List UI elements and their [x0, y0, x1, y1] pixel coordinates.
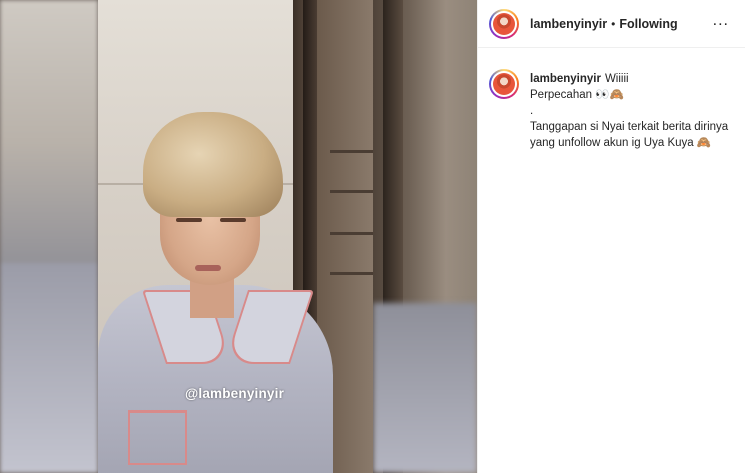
more-options-icon[interactable]: ...: [713, 13, 729, 29]
post-header: lambenyinyir • Following ...: [478, 0, 745, 48]
video-frame[interactable]: @lambenyinyir: [98, 0, 373, 473]
post-media[interactable]: @lambenyinyir: [0, 0, 477, 473]
header-username[interactable]: lambenyinyir: [530, 17, 607, 31]
divider: [477, 0, 478, 473]
caption-username[interactable]: lambenyinyir: [530, 73, 601, 85]
media-blur-right: [373, 0, 477, 473]
caption-line-2: Perpecahan 👀🙈: [530, 89, 624, 101]
person-hair: [143, 112, 283, 217]
caption-body: lambenyinyir Wiiiii Perpecahan 👀🙈 . Tangg…: [530, 71, 730, 151]
caption-avatar[interactable]: [489, 69, 519, 99]
media-blur-left: [0, 0, 98, 473]
avatar[interactable]: [489, 8, 519, 39]
following-button[interactable]: Following: [619, 17, 677, 31]
video-watermark: @lambenyinyir: [185, 386, 285, 401]
caption-line-1: Wiiiii: [604, 73, 629, 85]
caption-line-3: .: [530, 105, 534, 117]
caption-line-4: Tanggapan si Nyai terkait berita dirinya…: [530, 121, 729, 149]
separator-dot: •: [611, 16, 616, 31]
